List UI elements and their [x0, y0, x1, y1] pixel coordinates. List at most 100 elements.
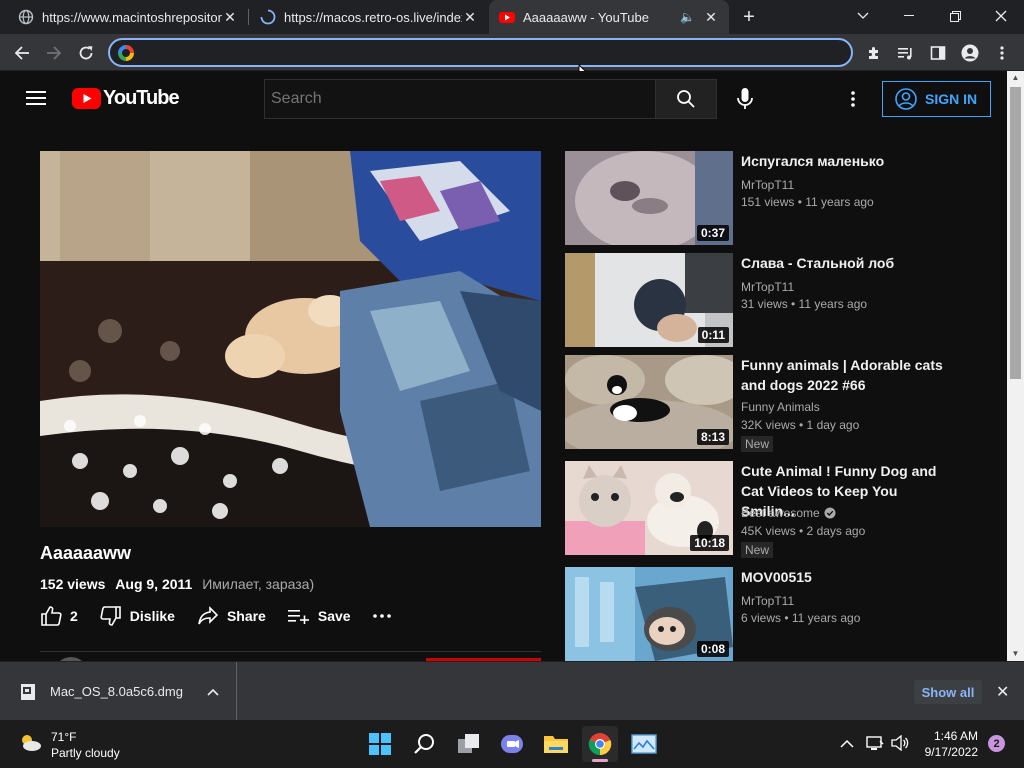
recommendation-channel[interactable]: MrTopT11 — [741, 594, 794, 608]
recommendation-item[interactable]: 0:37 Испугался маленько MrTopT11 151 vie… — [565, 151, 1005, 246]
recommendation-title[interactable]: MOV00515 — [741, 567, 946, 587]
recommendation-meta: 6 views • 11 years ago — [741, 611, 861, 625]
notification-badge[interactable]: 2 — [988, 735, 1005, 752]
recommendation-title[interactable]: Испугался маленько — [741, 151, 946, 171]
speaker-icon[interactable]: 🔈 — [680, 10, 695, 24]
photos-app-button[interactable] — [626, 726, 662, 762]
recommendation-channel[interactable]: MrTopT11 — [741, 280, 794, 294]
video-thumbnail[interactable]: 8:13 — [565, 355, 733, 449]
loading-spinner-icon — [260, 9, 276, 25]
side-panel-icon[interactable] — [927, 42, 949, 64]
tab-retro-os[interactable]: https://macos.retro-os.live/index ✕ — [250, 0, 488, 34]
page-scrollbar[interactable]: ▲ ▼ — [1007, 71, 1024, 661]
video-thumbnail[interactable]: 0:08 — [565, 567, 733, 661]
task-view-button[interactable] — [451, 726, 487, 762]
youtube-logo-icon — [72, 88, 101, 109]
scroll-down-arrow-icon[interactable]: ▼ — [1007, 647, 1024, 661]
scrollbar-thumb[interactable] — [1010, 87, 1021, 379]
network-icon[interactable] — [866, 735, 884, 756]
teams-chat-button[interactable] — [494, 726, 530, 762]
chrome-taskbar-button[interactable] — [582, 726, 618, 762]
tab-search-icon[interactable] — [840, 0, 886, 32]
google-icon — [118, 45, 134, 61]
media-control-icon[interactable] — [895, 42, 917, 64]
recommendation-item[interactable]: 10:18 Cute Animal ! Funny Dog and Cat Vi… — [565, 461, 1005, 558]
start-button[interactable] — [362, 726, 398, 762]
search-icon — [414, 734, 434, 754]
sign-in-button[interactable]: SIGN IN — [882, 81, 991, 117]
windows-taskbar: 71°F Partly cloudy 1:46 AM 9/17/2022 2 — [0, 720, 1024, 768]
close-window-button[interactable] — [978, 0, 1024, 32]
recommendation-item[interactable]: 0:08 MOV00515 MrTopT11 6 views • 11 year… — [565, 567, 1005, 661]
video-duration: 0:11 — [697, 327, 729, 343]
system-clock[interactable]: 1:46 AM 9/17/2022 — [912, 728, 978, 760]
close-tab-icon[interactable]: ✕ — [703, 9, 719, 26]
clock-date: 9/17/2022 — [924, 745, 978, 759]
profile-icon[interactable] — [959, 42, 981, 64]
tab-macintoshrepository[interactable]: https://www.macintoshrepository ✕ — [8, 0, 248, 34]
chevron-up-icon[interactable] — [207, 688, 219, 696]
recommendation-title[interactable]: Funny animals | Adorable cats and dogs 2… — [741, 355, 946, 395]
close-tab-icon[interactable]: ✕ — [462, 9, 478, 26]
recommendation-title[interactable]: Слава - Стальной лоб — [741, 253, 946, 273]
video-meta: 152 views Aug 9, 2011 Имилает, зараза) — [40, 576, 314, 592]
like-button[interactable]: 2 — [40, 606, 78, 626]
hamburger-menu-icon[interactable] — [26, 90, 46, 111]
recommendation-channel[interactable]: Best awesome — [741, 506, 836, 520]
weather-condition: Partly cloudy — [51, 746, 120, 760]
dislike-button[interactable]: Dislike — [100, 606, 175, 626]
verified-check-icon — [824, 507, 836, 519]
save-button[interactable]: Save — [287, 608, 351, 624]
more-actions-button[interactable] — [372, 614, 399, 618]
video-player[interactable] — [40, 151, 541, 527]
recommendation-item[interactable]: 8:13 Funny animals | Adorable cats and d… — [565, 355, 1005, 452]
recommendation-channel[interactable]: MrTopT11 — [741, 178, 794, 192]
close-tab-icon[interactable]: ✕ — [222, 9, 238, 26]
file-icon — [21, 683, 35, 700]
microphone-icon[interactable] — [734, 87, 756, 116]
show-all-button[interactable]: Show all — [914, 680, 982, 704]
recommendation-meta: 45K views • 2 days ago — [741, 524, 866, 538]
download-bar: Mac_OS_8.0a5c6.dmg Show all ✕ — [0, 661, 1024, 721]
video-thumbnail[interactable]: 10:18 — [565, 461, 733, 555]
channel-row — [40, 651, 541, 661]
forward-button[interactable] — [40, 39, 68, 67]
recommendation-meta: 151 views • 11 years ago — [741, 195, 874, 209]
back-button[interactable] — [8, 39, 36, 67]
chat-icon — [501, 735, 523, 753]
search-box[interactable] — [264, 79, 656, 119]
taskbar-search-button[interactable] — [407, 726, 443, 762]
minimize-button[interactable] — [886, 0, 932, 32]
youtube-logo-text: YouTube — [103, 87, 180, 109]
close-download-bar-icon[interactable]: ✕ — [996, 682, 1009, 702]
address-input[interactable] — [144, 43, 834, 63]
recommendation-channel[interactable]: Funny Animals — [741, 400, 820, 414]
new-tab-button[interactable]: + — [735, 0, 763, 34]
chrome-menu-icon[interactable] — [991, 42, 1013, 64]
search-input[interactable] — [265, 80, 655, 118]
sign-in-label: SIGN IN — [925, 91, 978, 107]
search-icon — [677, 90, 695, 108]
download-item[interactable]: Mac_OS_8.0a5c6.dmg — [0, 662, 237, 721]
browser-toolbar — [0, 34, 1024, 82]
address-bar[interactable] — [108, 38, 853, 67]
reload-button[interactable] — [72, 39, 100, 67]
scroll-up-arrow-icon[interactable]: ▲ — [1007, 71, 1024, 85]
show-hidden-icons-chevron-icon[interactable] — [840, 736, 854, 754]
youtube-logo[interactable]: YouTube — [72, 87, 180, 110]
tab-youtube[interactable]: Aaaaaaww - YouTube 🔈 ✕ — [489, 0, 729, 34]
video-thumbnail[interactable]: 0:37 — [565, 151, 733, 245]
volume-icon[interactable] — [891, 734, 909, 756]
view-count: 152 views — [40, 576, 106, 592]
settings-menu-icon[interactable] — [851, 90, 855, 113]
search-button[interactable] — [655, 79, 717, 119]
file-explorer-button[interactable] — [538, 726, 574, 762]
extensions-icon[interactable] — [863, 42, 885, 64]
video-frame-image — [40, 151, 541, 527]
restore-button[interactable] — [932, 0, 978, 32]
share-button[interactable]: Share — [197, 606, 266, 626]
video-thumbnail[interactable]: 0:11 — [565, 253, 733, 347]
video-actions: 2 Dislike Share Save — [40, 603, 421, 629]
dislike-label: Dislike — [129, 608, 175, 624]
recommendation-item[interactable]: 0:11 Слава - Стальной лоб MrTopT11 31 vi… — [565, 253, 1005, 348]
